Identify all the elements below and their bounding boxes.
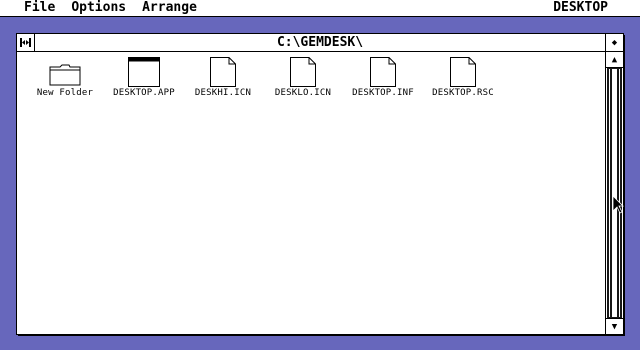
item-label: DESKTOP.INF	[352, 88, 414, 98]
mouse-pointer-icon	[612, 195, 624, 214]
scroll-thumb[interactable]	[607, 68, 622, 318]
deskhi-icn-item[interactable]: DESKHI.ICN	[185, 56, 261, 98]
document-icon	[290, 57, 316, 87]
scroll-up-button[interactable]: ▲	[606, 52, 623, 68]
folder-icon	[49, 64, 81, 86]
folder-window[interactable]: C:\GEMDESK\ ◆ New Folder DESKTOP.APP DES…	[16, 33, 624, 335]
menu-options[interactable]: Options	[63, 0, 134, 16]
new-folder-item[interactable]: New Folder	[27, 56, 103, 98]
scroll-track[interactable]	[606, 68, 623, 318]
item-label: DESKLO.ICN	[274, 88, 332, 98]
desktop-menu[interactable]: DESKTOP	[545, 0, 640, 16]
document-icon	[370, 57, 396, 87]
scroll-down-button[interactable]: ▼	[606, 318, 623, 334]
item-label: DESKHI.ICN	[194, 88, 252, 98]
desklo-icn-item[interactable]: DESKLO.ICN	[265, 56, 341, 98]
menu-arrange[interactable]: Arrange	[134, 0, 205, 16]
document-icon	[450, 57, 476, 87]
close-window-button[interactable]	[17, 34, 35, 51]
folder-content[interactable]: New Folder DESKTOP.APP DESKHI.ICN DESKLO…	[17, 52, 606, 334]
desktop-inf-item[interactable]: DESKTOP.INF	[345, 56, 421, 98]
vertical-scrollbar[interactable]: ▲ ▼	[605, 52, 623, 334]
menu-file[interactable]: File	[0, 0, 63, 16]
document-icon	[210, 57, 236, 87]
window-title: C:\GEMDESK\	[276, 35, 364, 50]
menu-bar: File Options Arrange DESKTOP	[0, 0, 640, 17]
scroll-thumb-inner	[611, 69, 618, 317]
window-title-bar[interactable]: C:\GEMDESK\ ◆	[17, 34, 623, 52]
down-arrow-icon: ▼	[611, 321, 618, 332]
application-icon	[128, 57, 160, 87]
item-label: New Folder	[36, 88, 94, 98]
close-icon	[20, 38, 31, 47]
item-label: DESKTOP.APP	[113, 88, 175, 98]
item-label: DESKTOP.RSC	[432, 88, 494, 98]
full-icon: ◆	[611, 37, 618, 48]
desktop-rsc-item[interactable]: DESKTOP.RSC	[425, 56, 501, 98]
full-window-button[interactable]: ◆	[605, 34, 623, 51]
desktop-app-item[interactable]: DESKTOP.APP	[106, 56, 182, 98]
up-arrow-icon: ▲	[611, 54, 618, 65]
